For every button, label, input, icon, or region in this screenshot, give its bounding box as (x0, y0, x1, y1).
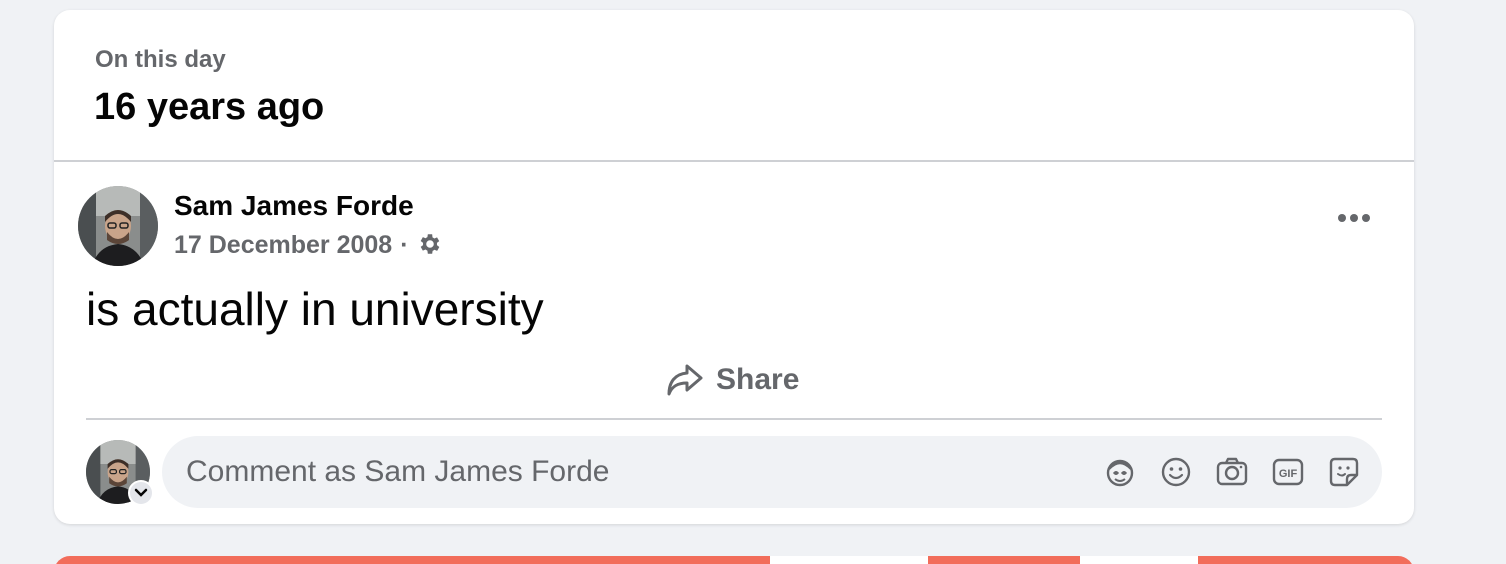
header-divider (54, 160, 1414, 162)
post-meta: 17 December 2008 · (174, 231, 443, 260)
camera-icon[interactable] (1214, 454, 1250, 490)
avatar-photo (78, 186, 158, 266)
meta-separator: · (400, 231, 409, 259)
next-card-segment (928, 556, 1080, 564)
memory-header: On this day 16 years ago (54, 10, 1414, 161)
comment-tools: GIF (1102, 454, 1362, 490)
avatar-sticker-icon[interactable] (1102, 454, 1138, 490)
chevron-down-icon[interactable] (128, 480, 154, 506)
more-dot (1362, 214, 1370, 222)
more-options-icon[interactable] (1332, 206, 1376, 230)
action-divider (86, 418, 1382, 420)
author-name[interactable]: Sam James Forde (174, 190, 414, 222)
more-dot (1338, 214, 1346, 222)
memory-card: On this day 16 years ago Sam James Forde… (54, 10, 1414, 524)
comment-input[interactable] (186, 436, 1066, 508)
share-label: Share (716, 363, 800, 396)
svg-text:GIF: GIF (1279, 468, 1298, 480)
next-card-segment (54, 556, 770, 564)
next-card-preview (54, 556, 1414, 564)
share-arrow-icon (667, 364, 703, 396)
next-card-segment (1080, 556, 1198, 564)
gif-icon[interactable]: GIF (1270, 454, 1306, 490)
post-text: is actually in university (86, 283, 544, 335)
memory-eyebrow: On this day (95, 46, 226, 73)
author-avatar[interactable] (78, 186, 158, 266)
comment-box: GIF (162, 436, 1382, 508)
memory-headline: 16 years ago (94, 86, 325, 128)
more-dot (1350, 214, 1358, 222)
next-card-segment (770, 556, 928, 564)
emoji-icon[interactable] (1158, 454, 1194, 490)
share-button[interactable]: Share (666, 360, 799, 400)
next-card-segment (1198, 556, 1414, 564)
gear-icon[interactable] (417, 231, 443, 257)
commenter-avatar[interactable] (86, 440, 154, 506)
post-date[interactable]: 17 December 2008 (174, 231, 392, 260)
sticker-icon[interactable] (1326, 454, 1362, 490)
